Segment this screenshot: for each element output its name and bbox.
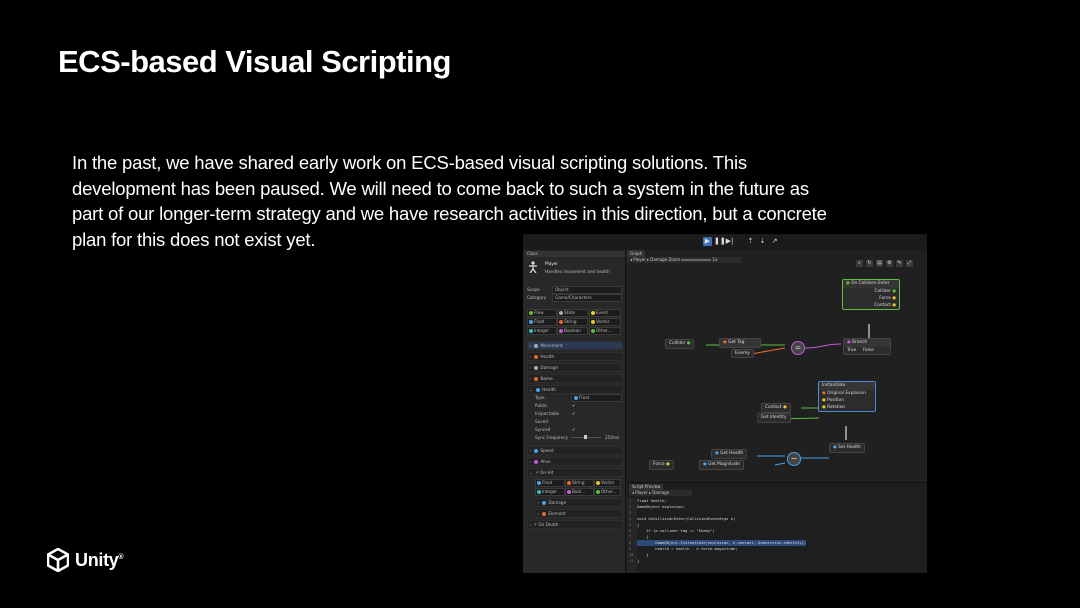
hit-chip-integer[interactable]: Integer xyxy=(535,488,565,496)
subtract-operator-icon[interactable]: − xyxy=(787,452,801,466)
node-get-health[interactable]: ● Get Health xyxy=(711,449,748,459)
node-get-tag[interactable]: ● Get Tag xyxy=(719,338,761,348)
node-enemy-string[interactable]: Enemy xyxy=(731,349,754,358)
equals-operator-icon[interactable]: = xyxy=(791,341,805,355)
line-number: 5 xyxy=(629,523,632,527)
hit-param-element[interactable]: › Element xyxy=(535,509,623,518)
line-number: 3 xyxy=(629,511,632,515)
line-number: 10 xyxy=(629,553,634,557)
node-get-magnitude[interactable]: ● Get Magnitude xyxy=(699,460,744,470)
node-force-variable[interactable]: Force ● xyxy=(649,460,674,470)
code-line: if (e.collider.tag == "Enemy") xyxy=(637,528,715,533)
hit-chip-other[interactable]: Other... xyxy=(594,488,621,496)
node-get-identity[interactable]: Get Identity xyxy=(757,413,791,423)
slide-title: ECS-based Visual Scripting xyxy=(58,44,451,79)
script-breadcrumb: ◂ Player ▸ Damage xyxy=(629,490,692,496)
node-instantiate[interactable]: Instantiate ● Original Explosion ● Posit… xyxy=(818,381,876,412)
hit-chip-bool[interactable]: Bool... xyxy=(565,488,594,496)
code-line: } xyxy=(637,558,640,563)
logo-text: Unity xyxy=(75,549,119,570)
node-contact-variable[interactable]: Contact ● xyxy=(761,403,791,413)
line-number: 1 xyxy=(629,499,632,503)
line-number: 11 xyxy=(629,559,634,563)
line-number: 8 xyxy=(629,541,632,545)
event-on-death[interactable]: › ⚡ On Death xyxy=(527,520,623,529)
visual-scripting-editor: ▶ ❚❚ ▶| ⇡ ⇣ ↗ Class Player Handles movem… xyxy=(523,234,927,573)
code-line: health = health - e.force.magnitude; xyxy=(637,546,738,551)
line-number: 6 xyxy=(629,529,632,533)
graph-connections xyxy=(699,324,870,466)
line-number: 4 xyxy=(629,517,632,521)
script-preview-panel: Script Preview ◂ Player ▸ Damage 1 2 3 4… xyxy=(627,482,927,573)
hit-param-damage[interactable]: › Damage xyxy=(535,498,623,507)
unity-cube-icon xyxy=(47,548,69,572)
code-line: void OnCollisionEnter(CollisionEventArgs… xyxy=(637,516,736,521)
unity-logo: Unity® xyxy=(47,548,124,572)
node-set-health[interactable]: ● Set Health xyxy=(829,443,865,453)
node-collider-variable[interactable]: Collider ● xyxy=(665,339,695,349)
line-number: 2 xyxy=(629,505,632,509)
node-on-collision-enter[interactable]: ● On Collision Enter Collider ● Force ● … xyxy=(842,279,900,310)
node-branch[interactable]: ● Branch True False xyxy=(843,338,891,355)
logo-trademark: ® xyxy=(118,553,124,561)
line-number: 7 xyxy=(629,535,632,539)
line-number: 9 xyxy=(629,547,632,551)
code-line: GameObject explosion; xyxy=(637,504,686,509)
